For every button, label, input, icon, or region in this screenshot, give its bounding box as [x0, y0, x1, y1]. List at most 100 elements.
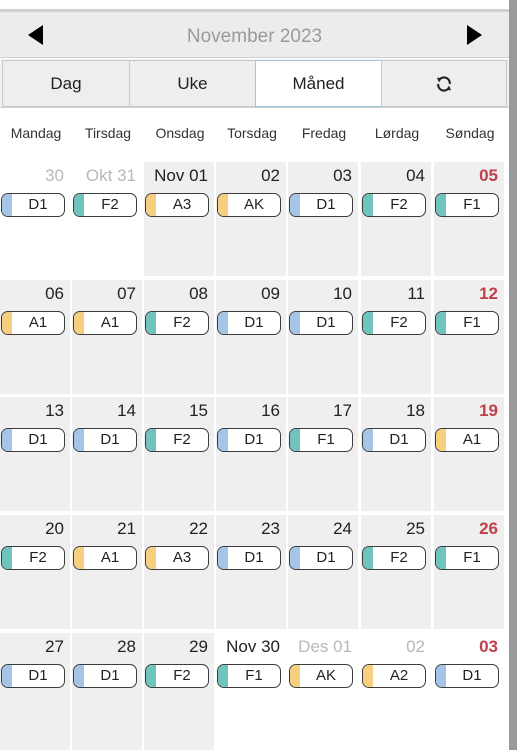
tab-week[interactable]: Uke [129, 60, 256, 107]
day-cell[interactable]: 15 F2 [144, 397, 214, 511]
day-cell[interactable]: 13 D1 [0, 397, 70, 511]
shift-chip[interactable]: D1 [289, 311, 353, 335]
shift-code: A2 [389, 667, 409, 684]
shift-color-bar [218, 665, 228, 687]
day-cell[interactable]: 28 D1 [72, 633, 142, 750]
shift-color-bar [74, 429, 84, 451]
day-cell[interactable]: 29 F2 [144, 633, 214, 750]
next-month-button[interactable] [444, 12, 504, 58]
shift-chip[interactable]: A1 [1, 311, 65, 335]
shift-chip[interactable]: D1 [1, 664, 65, 688]
shift-chip[interactable]: F2 [362, 193, 426, 217]
day-number: 07 [117, 284, 136, 303]
day-cell[interactable]: Nov 30 F1 [216, 633, 286, 750]
shift-chip[interactable]: D1 [362, 428, 426, 452]
shift-chip[interactable]: D1 [73, 428, 137, 452]
day-cell[interactable]: 23 D1 [216, 515, 286, 629]
shift-chip[interactable]: F1 [435, 311, 499, 335]
refresh-button[interactable] [381, 60, 507, 107]
scrollbar[interactable] [509, 0, 517, 750]
shift-code: D1 [28, 196, 48, 213]
shift-chip[interactable]: D1 [289, 193, 353, 217]
day-cell[interactable]: 02 A2 [361, 633, 431, 750]
day-cell[interactable]: 14 D1 [72, 397, 142, 511]
tab-day[interactable]: Dag [2, 60, 130, 107]
day-cell[interactable]: 02 AK [216, 162, 286, 276]
day-cell[interactable]: 22 A3 [144, 515, 214, 629]
shift-color-bar [436, 665, 446, 687]
day-cell[interactable]: 05 F1 [434, 162, 504, 276]
day-cell[interactable]: 06 A1 [0, 280, 70, 394]
weekday-sunday: Søndag [445, 125, 495, 141]
day-number: 13 [45, 401, 64, 420]
shift-color-bar [363, 194, 373, 216]
shift-chip[interactable]: D1 [217, 311, 281, 335]
shift-chip[interactable]: A1 [73, 546, 137, 570]
day-cell[interactable]: 07 A1 [72, 280, 142, 394]
day-cell[interactable]: 18 D1 [361, 397, 431, 511]
day-cell[interactable]: 03 D1 [288, 162, 358, 276]
day-cell[interactable]: 19 A1 [434, 397, 504, 511]
shift-chip[interactable]: F2 [73, 193, 137, 217]
shift-chip[interactable]: D1 [289, 546, 353, 570]
day-cell[interactable]: 27 D1 [0, 633, 70, 750]
weekday-friday: Fredag [301, 125, 347, 141]
shift-chip[interactable]: D1 [1, 428, 65, 452]
day-cell[interactable]: Des 01 AK [288, 633, 358, 750]
shift-chip[interactable]: A1 [73, 311, 137, 335]
shift-chip[interactable]: F2 [362, 546, 426, 570]
day-number: 03 [479, 637, 498, 656]
day-cell[interactable]: 16 D1 [216, 397, 286, 511]
shift-chip[interactable]: AK [289, 664, 353, 688]
shift-chip[interactable]: AK [217, 193, 281, 217]
shift-chip[interactable]: F2 [1, 546, 65, 570]
day-cell[interactable]: 25 F2 [361, 515, 431, 629]
tab-month[interactable]: Måned [255, 60, 382, 107]
day-cell[interactable]: 11 F2 [361, 280, 431, 394]
shift-chip[interactable]: A1 [435, 428, 499, 452]
shift-chip[interactable]: D1 [217, 546, 281, 570]
shift-chip[interactable]: F1 [289, 428, 353, 452]
shift-color-bar [436, 429, 446, 451]
shift-color-bar [363, 547, 373, 569]
shift-chip[interactable]: A3 [145, 546, 209, 570]
weekday-wednesday: Onsdag [155, 125, 205, 141]
day-cell[interactable]: 24 D1 [288, 515, 358, 629]
day-cell[interactable]: 10 D1 [288, 280, 358, 394]
shift-chip[interactable]: F2 [145, 664, 209, 688]
shift-chip[interactable]: F2 [145, 428, 209, 452]
shift-chip[interactable]: D1 [1, 193, 65, 217]
shift-chip[interactable]: D1 [435, 664, 499, 688]
day-cell[interactable]: Nov 01 A3 [144, 162, 214, 276]
shift-chip[interactable]: F1 [217, 664, 281, 688]
shift-code: F1 [463, 549, 481, 566]
shift-chip[interactable]: A2 [362, 664, 426, 688]
shift-chip[interactable]: F1 [435, 546, 499, 570]
shift-code: D1 [244, 549, 264, 566]
day-cell[interactable]: Okt 31 F2 [72, 162, 142, 276]
day-cell[interactable]: 20 F2 [0, 515, 70, 629]
shift-color-bar [74, 547, 84, 569]
day-cell[interactable]: 04 F2 [361, 162, 431, 276]
shift-chip[interactable]: F1 [435, 193, 499, 217]
day-cell[interactable]: 21 A1 [72, 515, 142, 629]
day-cell[interactable]: 09 D1 [216, 280, 286, 394]
day-cell[interactable]: 30 D1 [0, 162, 70, 276]
shift-chip[interactable]: D1 [73, 664, 137, 688]
shift-chip[interactable]: D1 [217, 428, 281, 452]
shift-chip[interactable]: F2 [145, 311, 209, 335]
day-cell[interactable]: 08 F2 [144, 280, 214, 394]
weekday-monday: Mandag [10, 125, 62, 141]
shift-chip[interactable]: F2 [362, 311, 426, 335]
day-cell[interactable]: 12 F1 [434, 280, 504, 394]
day-cell[interactable]: 03 D1 [434, 633, 504, 750]
shift-color-bar [2, 547, 12, 569]
weekday-saturday: Lørdag [374, 125, 420, 141]
shift-chip[interactable]: A3 [145, 193, 209, 217]
day-cell[interactable]: 26 F1 [434, 515, 504, 629]
shift-code: A3 [172, 196, 192, 213]
day-cell[interactable]: 17 F1 [288, 397, 358, 511]
triangle-left-icon [27, 25, 43, 45]
shift-color-bar [290, 665, 300, 687]
previous-month-button[interactable] [5, 12, 65, 58]
